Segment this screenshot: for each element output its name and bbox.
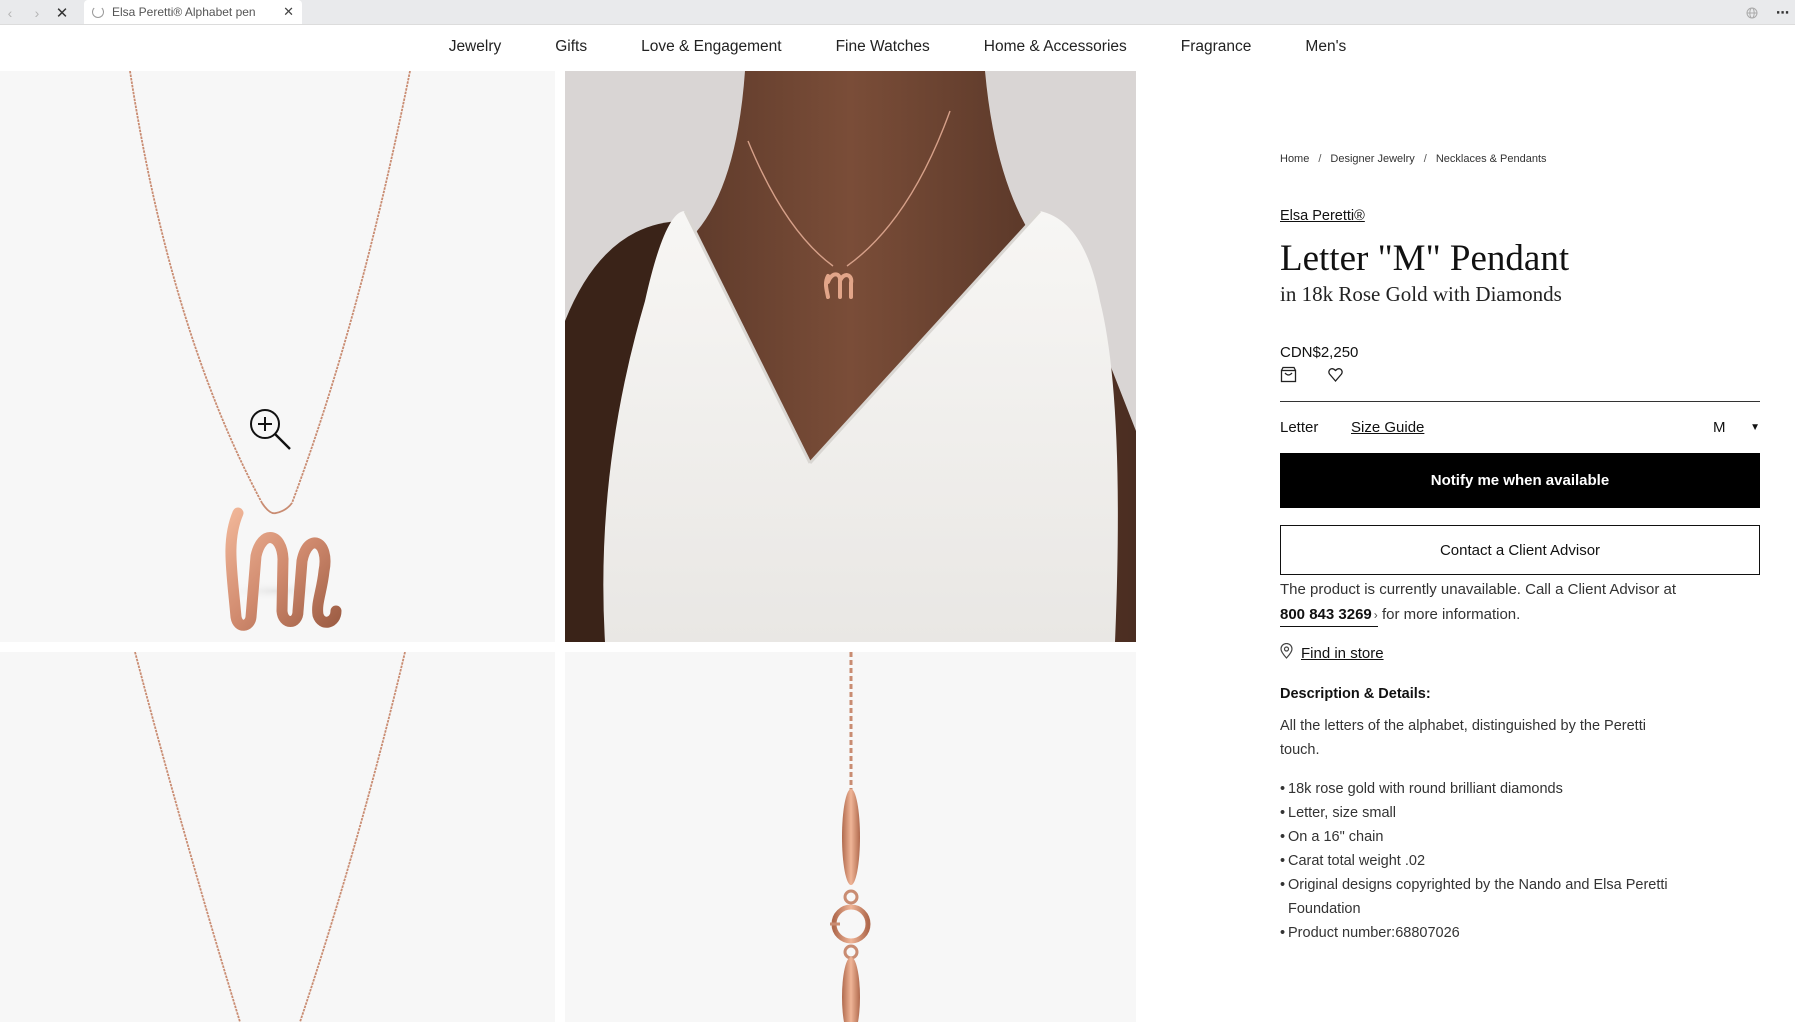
find-in-store-label: Find in store (1301, 644, 1384, 662)
brand-link[interactable]: Elsa Peretti® (1280, 208, 1365, 224)
letter-select-value: M (1713, 419, 1726, 436)
product-image-chain[interactable] (0, 652, 555, 1022)
letter-select[interactable]: M ▼ (1713, 419, 1760, 436)
phone-number: 800 843 3269 (1280, 606, 1372, 623)
nav-item-jewelry[interactable]: Jewelry (422, 38, 529, 56)
product-subtitle: in 18k Rose Gold with Diamonds (1280, 282, 1562, 306)
divider (1280, 401, 1760, 402)
stop-loading-icon[interactable]: ✕ (52, 0, 72, 25)
zoom-in-icon[interactable] (248, 407, 292, 451)
description-text: All the letters of the alphabet, disting… (1280, 718, 1646, 758)
product-price: CDN$2,250 (1280, 344, 1359, 361)
find-in-store-link[interactable]: Find in store (1280, 642, 1384, 663)
breadcrumb: Home / Designer Jewelry / Necklaces & Pe… (1280, 153, 1547, 165)
chevron-down-icon: ▼ (1750, 422, 1760, 433)
product-image-main[interactable] (0, 71, 555, 642)
product-image-model[interactable] (565, 71, 1136, 642)
location-pin-icon (1280, 642, 1293, 663)
heart-icon[interactable] (1327, 366, 1344, 383)
breadcrumb-home[interactable]: Home (1280, 153, 1309, 165)
size-guide-link[interactable]: Size Guide (1351, 419, 1424, 436)
breadcrumb-necklaces-pendants[interactable]: Necklaces & Pendants (1436, 153, 1547, 165)
unavailable-message: The product is currently unavailable. Ca… (1280, 577, 1760, 628)
list-item: Letter, size small (1280, 801, 1680, 825)
browser-tab[interactable]: Elsa Peretti® Alphabet pen ✕ (84, 0, 302, 24)
nav-item-fragrance[interactable]: Fragrance (1154, 38, 1279, 56)
product-image-clasp[interactable] (565, 652, 1136, 1022)
list-item: Product number:68807026 (1280, 921, 1680, 945)
list-item: On a 16" chain (1280, 825, 1680, 849)
product-details-panel: Home / Designer Jewelry / Necklaces & Pe… (1280, 0, 1760, 1022)
phone-link[interactable]: 800 843 3269 › (1280, 606, 1378, 627)
back-arrow-icon[interactable]: ‹ (0, 0, 20, 25)
details-list: 18k rose gold with round brilliant diamo… (1280, 777, 1680, 945)
breadcrumb-separator: / (1318, 153, 1322, 165)
unavailable-text: The product is currently unavailable. Ca… (1280, 581, 1677, 598)
product-title: Letter "M" Pendant (1280, 238, 1570, 279)
tab-title: Elsa Peretti® Alphabet pen (112, 5, 256, 19)
loading-spinner-icon (92, 6, 104, 18)
breadcrumb-separator: / (1423, 153, 1427, 165)
list-item: Original designs copyrighted by the Nand… (1280, 873, 1680, 921)
list-item: 18k rose gold with round brilliant diamo… (1280, 777, 1680, 801)
nav-item-gifts[interactable]: Gifts (528, 38, 614, 56)
contact-client-advisor-button[interactable]: Contact a Client Advisor (1280, 525, 1760, 575)
tab-close-icon[interactable]: ✕ (283, 4, 294, 20)
more-menu-icon[interactable]: ⋯ (1776, 0, 1790, 25)
letter-label: Letter (1280, 419, 1319, 436)
chevron-right-icon: › (1373, 608, 1378, 622)
forward-arrow-icon[interactable]: › (27, 0, 47, 25)
notify-me-button[interactable]: Notify me when available (1280, 453, 1760, 508)
description-heading: Description & Details: (1280, 686, 1431, 702)
list-item: Carat total weight .02 (1280, 849, 1680, 873)
nav-item-home-accessories[interactable]: Home & Accessories (957, 38, 1154, 56)
nav-item-fine-watches[interactable]: Fine Watches (809, 38, 957, 56)
shopping-bag-icon[interactable] (1280, 366, 1297, 383)
breadcrumb-designer-jewelry[interactable]: Designer Jewelry (1330, 153, 1414, 165)
nav-item-love-engagement[interactable]: Love & Engagement (614, 38, 808, 56)
unavailable-suffix: for more information. (1381, 606, 1521, 623)
